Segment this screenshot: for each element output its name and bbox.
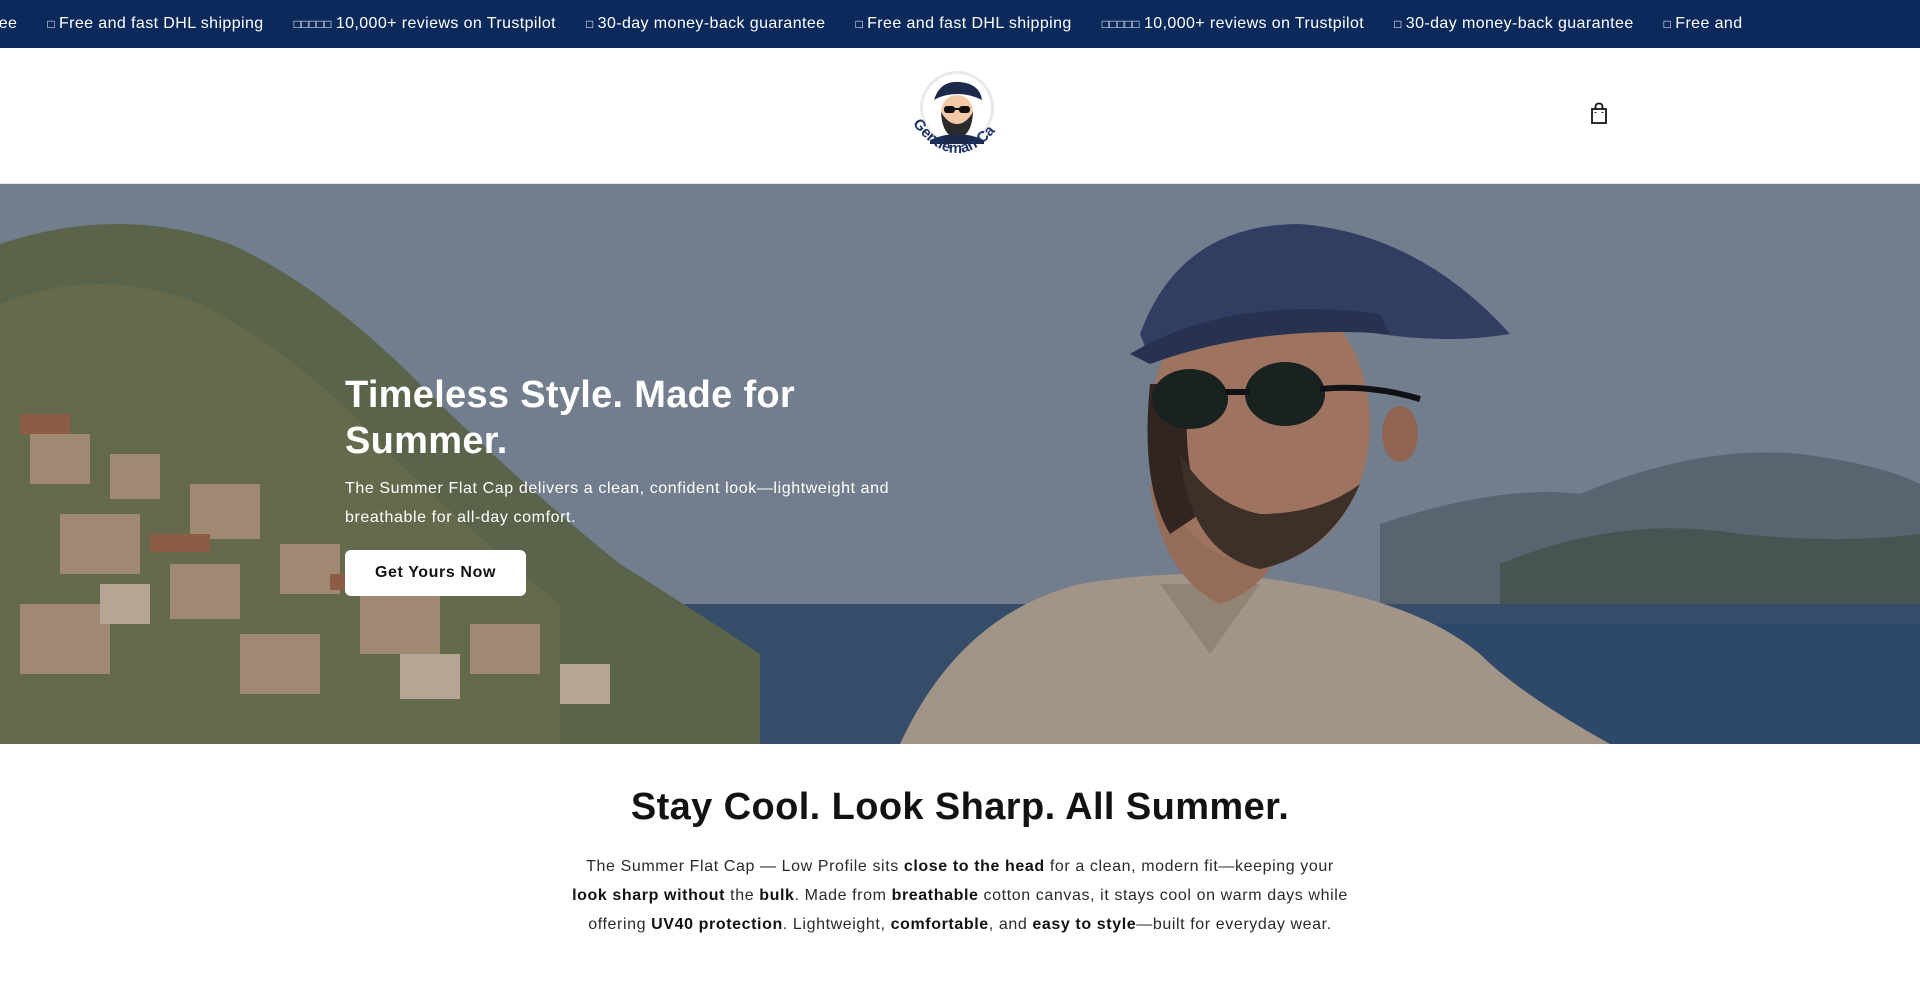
announcement-track: ck guarantee□Free and fast DHL shipping□…: [0, 0, 1743, 48]
hero-title: Timeless Style. Made for Summer.: [345, 374, 796, 462]
emphasis-text: breathable: [891, 887, 979, 904]
emphasis-text: bulk: [759, 887, 795, 904]
emphasis-text: UV40 protection: [651, 916, 783, 933]
emphasis-text: look sharp without: [572, 887, 726, 904]
truck-icon: □: [1663, 17, 1672, 31]
truck-icon: □: [47, 17, 55, 31]
shield-icon: □: [1394, 17, 1402, 31]
announcement-item: □ 30-day money-back guarantee: [586, 15, 825, 33]
announcement-text: 10,000+ reviews on Trustpilot: [335, 15, 556, 32]
shield-icon: □: [585, 17, 594, 31]
announcement-item: □ Free and: [1664, 15, 1743, 33]
emphasis-text: easy to style: [1032, 916, 1137, 933]
gentleman-cap-logo-icon: Gentleman Cap: [895, 53, 998, 157]
announcement-item: □ 30-day money-back guarantee: [1394, 15, 1633, 33]
section-title: Stay Cool. Look Sharp. All Summer.: [630, 786, 1290, 828]
emphasis-text: close to the head: [903, 858, 1045, 875]
brand-logo[interactable]: Gentleman Cap: [895, 53, 1014, 166]
get-yours-now-button[interactable]: Get Yours Now: [345, 550, 527, 596]
announcement-text: Free and: [1675, 15, 1743, 32]
hero-banner: Timeless Style. Made for Summer. The Sum…: [0, 184, 1920, 744]
truck-icon: □: [855, 17, 864, 31]
cart-button[interactable]: [1586, 100, 1612, 126]
body-text: , and: [988, 916, 1033, 933]
announcement-item: □ Free and fast DHL shipping: [47, 15, 263, 33]
emphasis-text: comfortable: [890, 916, 989, 933]
hero-content: Timeless Style. Made for Summer. The Sum…: [345, 372, 965, 596]
announcement-bar: ck guarantee□Free and fast DHL shipping□…: [0, 0, 1920, 48]
announcement-item: □□□□□ 10,000+ reviews on Trustpilot: [294, 15, 556, 33]
body-text: . Made from: [794, 887, 892, 904]
announcement-text: 30-day money-back guarantee: [1405, 15, 1634, 32]
announcement-item: ck guarantee: [0, 15, 17, 33]
stars-icon: □□□□□: [1101, 17, 1140, 31]
announcement-item: □□□□□ 10,000+ reviews on Trustpilot: [1102, 15, 1364, 33]
announcement-text: Free and fast DHL shipping: [867, 15, 1072, 32]
body-text: The Summer Flat Cap — Low Profile sits: [586, 858, 904, 875]
body-text: the: [725, 887, 760, 904]
body-text: . Lightweight,: [782, 916, 891, 933]
body-text: for a clean, modern fit—keeping your: [1044, 858, 1334, 875]
announcement-text: ck guarantee: [0, 15, 18, 32]
feature-section: Stay Cool. Look Sharp. All Summer. The S…: [0, 744, 1920, 993]
announcement-text: 10,000+ reviews on Trustpilot: [1143, 15, 1365, 32]
site-header: Gentleman Cap: [0, 48, 1920, 184]
stars-icon: □□□□□: [293, 17, 332, 31]
section-description: The Summer Flat Cap — Low Profile sits c…: [570, 852, 1350, 939]
announcement-item: □ Free and fast DHL shipping: [855, 15, 1071, 33]
shopping-bag-icon: [1591, 102, 1607, 124]
announcement-text: Free and fast DHL shipping: [58, 15, 264, 32]
body-text: —built for everyday wear.: [1136, 916, 1332, 933]
hero-subtitle: The Summer Flat Cap delivers a clean, co…: [345, 480, 890, 526]
announcement-text: 30-day money-back guarantee: [597, 15, 826, 32]
